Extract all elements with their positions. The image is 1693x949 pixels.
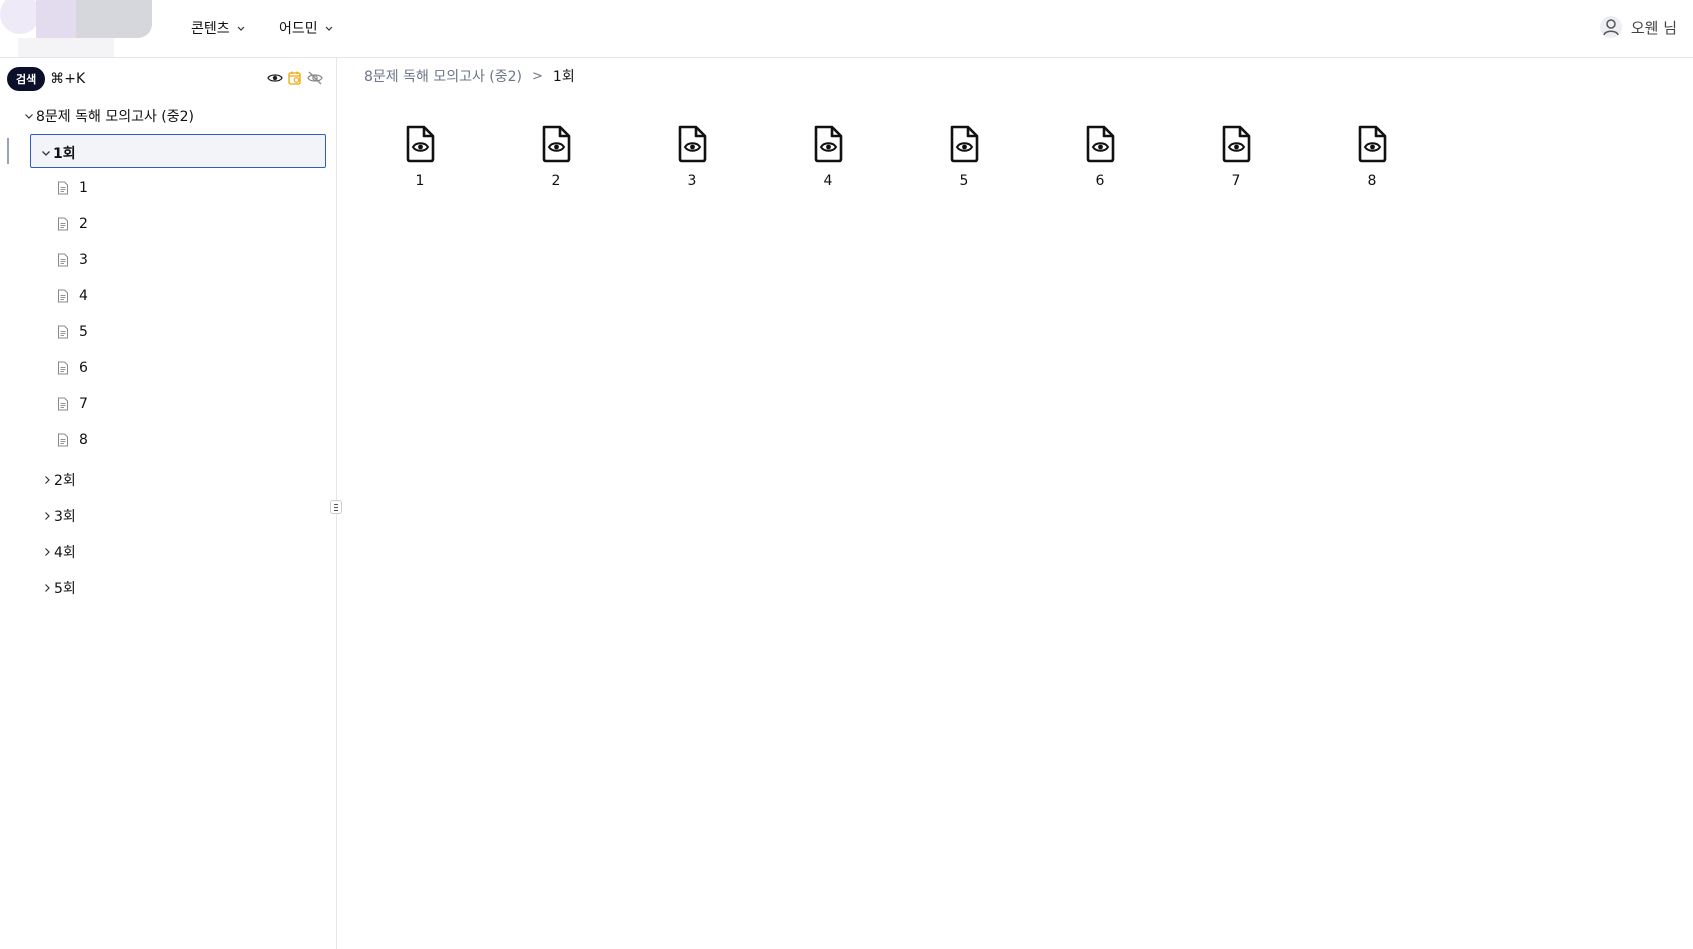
tree-folder-label: 3회 <box>54 509 76 525</box>
content-item-label: 6 <box>1095 173 1105 189</box>
content-item-tile[interactable]: 5 <box>924 125 1004 189</box>
document-icon <box>58 181 68 195</box>
search-button[interactable]: 검색 <box>7 67 46 91</box>
user-icon <box>1599 16 1622 38</box>
content-item-tile[interactable]: 6 <box>1060 125 1140 189</box>
tree-folder-item[interactable]: 5회 <box>42 578 76 598</box>
tree-file-item[interactable]: 7 <box>56 396 88 412</box>
content-item-label: 4 <box>823 173 833 189</box>
tree-file-label: 8 <box>79 432 88 448</box>
tree-file-label: 1 <box>79 180 88 196</box>
chevron-down-icon <box>42 151 50 156</box>
tree-folder-label: 1회 <box>53 146 76 162</box>
nav-admin-menu[interactable]: 어드민 <box>279 18 334 38</box>
document-icon <box>58 361 68 375</box>
document-view-icon <box>1358 125 1387 163</box>
eye-off-icon[interactable] <box>307 70 323 86</box>
content-grid: 1 2 3 4 5 6 7 8 <box>380 125 1420 205</box>
document-view-icon <box>950 125 979 163</box>
top-header: 콘텐츠 어드민 오웬 님 <box>0 0 1693 58</box>
tree-root-folder[interactable]: 8문제 독해 모의고사 (중2) <box>24 106 194 126</box>
logo[interactable] <box>0 0 152 57</box>
chevron-right-icon <box>45 476 50 484</box>
tree-file-item[interactable]: 5 <box>56 324 88 340</box>
user-menu[interactable]: 오웬 님 <box>1599 15 1677 39</box>
document-icon <box>58 217 68 231</box>
content-item-tile[interactable]: 3 <box>652 125 732 189</box>
document-icon <box>58 289 68 303</box>
user-name: 오웬 님 <box>1630 18 1677 37</box>
sidebar: 검색 ⌘+K 8문제 독해 모의고사 (중2) 1회 1 2 3 4 5 6 7… <box>0 58 342 949</box>
tree-file-item[interactable]: 6 <box>56 360 88 376</box>
search-shortcut: ⌘+K <box>50 71 86 87</box>
tree-file-label: 6 <box>79 360 88 376</box>
tree-folder-item[interactable]: 3회 <box>42 506 76 526</box>
document-icon <box>58 397 68 411</box>
visibility-filters <box>267 70 323 86</box>
content-item-label: 2 <box>551 173 561 189</box>
tree-folder-label: 4회 <box>54 545 76 561</box>
tree-file-item[interactable]: 1 <box>56 180 88 196</box>
content-item-tile[interactable]: 7 <box>1196 125 1276 189</box>
content-item-tile[interactable]: 1 <box>380 125 460 189</box>
tree-file-item[interactable]: 2 <box>56 216 88 232</box>
content-item-tile[interactable]: 2 <box>516 125 596 189</box>
calendar-clock-icon[interactable] <box>287 70 303 86</box>
tree-root-label: 8문제 독해 모의고사 (중2) <box>36 109 195 125</box>
document-view-icon <box>406 125 435 163</box>
breadcrumb-current: 1회 <box>552 69 575 85</box>
content-item-label: 5 <box>959 173 969 189</box>
tree-file-item[interactable]: 3 <box>56 252 88 268</box>
chevron-down-icon <box>325 26 333 31</box>
document-icon <box>58 325 68 339</box>
search-bar[interactable]: 검색 ⌘+K <box>7 67 327 91</box>
tree-folder-item[interactable]: 2회 <box>42 470 76 490</box>
tree-file-label: 7 <box>79 396 88 412</box>
document-icon <box>58 433 68 447</box>
eye-icon[interactable] <box>267 70 283 86</box>
chevron-right-icon <box>45 584 50 592</box>
tree-file-item[interactable]: 8 <box>56 432 88 448</box>
content-item-label: 1 <box>415 173 425 189</box>
nav-content-menu[interactable]: 콘텐츠 <box>191 18 246 38</box>
tree-file-label: 3 <box>79 252 88 268</box>
content-item-tile[interactable]: 4 <box>788 125 868 189</box>
document-view-icon <box>542 125 571 163</box>
breadcrumb-separator: > <box>532 68 543 84</box>
tree-file-item[interactable]: 4 <box>56 288 88 304</box>
breadcrumb: 8문제 독해 모의고사 (중2) > 1회 <box>364 66 575 86</box>
tree-file-label: 5 <box>79 324 88 340</box>
content-item-label: 3 <box>687 173 697 189</box>
content-item-tile[interactable]: 8 <box>1332 125 1412 189</box>
content-item-label: 8 <box>1367 173 1377 189</box>
document-view-icon <box>678 125 707 163</box>
nav-admin-label: 어드민 <box>279 21 318 37</box>
tree-folder-label: 2회 <box>54 473 76 489</box>
tree-file-label: 2 <box>79 216 88 232</box>
tree-file-label: 4 <box>79 288 88 304</box>
breadcrumb-parent[interactable]: 8문제 독해 모의고사 (중2) <box>364 66 522 86</box>
document-view-icon <box>1222 125 1251 163</box>
content-item-label: 7 <box>1231 173 1241 189</box>
document-view-icon <box>1086 125 1115 163</box>
tree-folder-item[interactable]: 4회 <box>42 542 76 562</box>
chevron-down-icon <box>237 26 245 31</box>
chevron-down-icon <box>25 114 33 119</box>
chevron-right-icon <box>45 512 50 520</box>
chevron-right-icon <box>45 548 50 556</box>
tree-folder-selected[interactable]: 1회 <box>30 134 326 168</box>
document-icon <box>58 253 68 267</box>
sidebar-resize-handle[interactable] <box>330 500 342 514</box>
indent-guide <box>7 138 9 164</box>
tree-folder-label: 5회 <box>54 581 76 597</box>
nav-content-label: 콘텐츠 <box>191 21 230 37</box>
document-view-icon <box>814 125 843 163</box>
